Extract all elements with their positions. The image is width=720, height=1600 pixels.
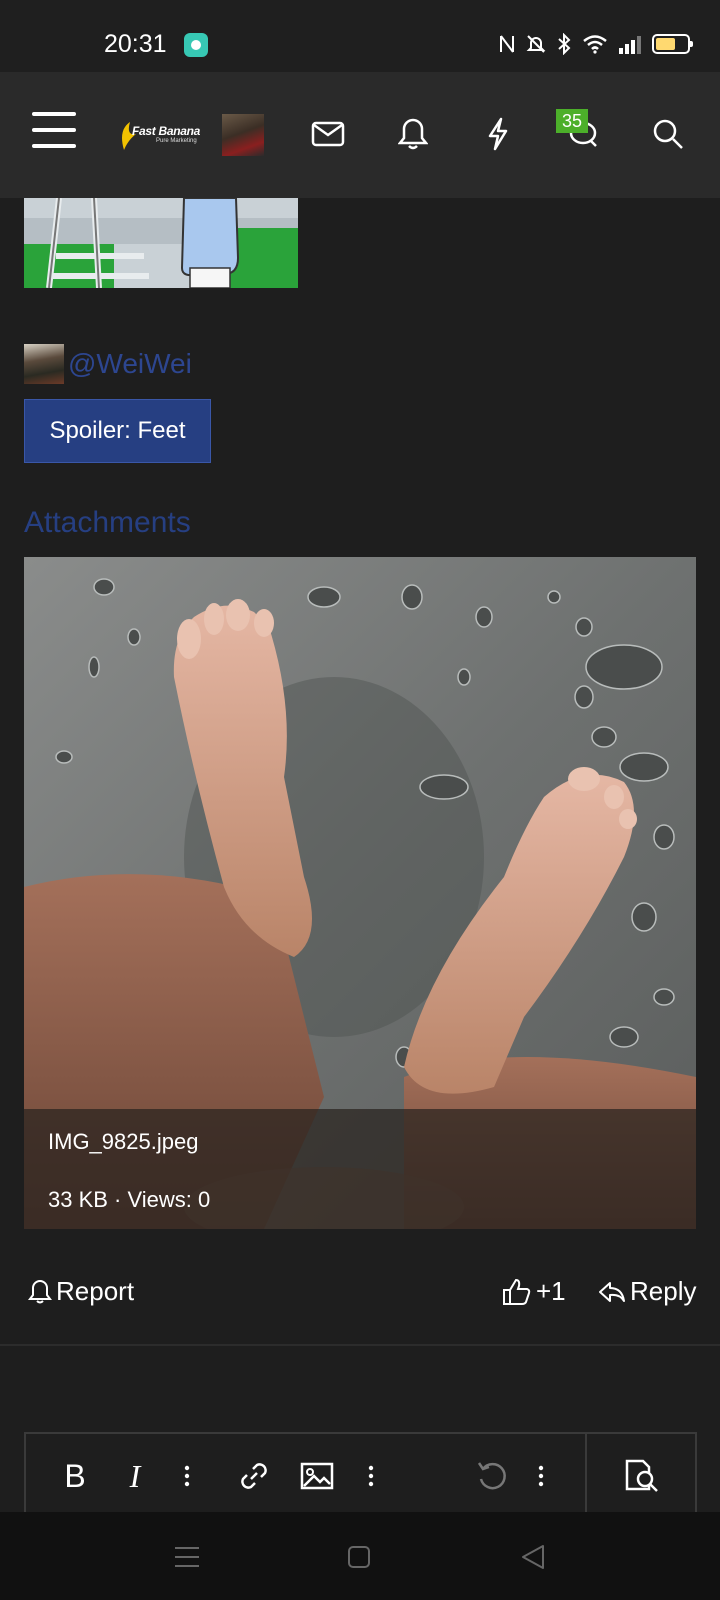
bold-glyph: B [64, 1457, 86, 1494]
mention-link[interactable]: @WeiWei [68, 348, 192, 380]
preview-icon[interactable] [622, 1454, 662, 1498]
report-label: Report [56, 1276, 135, 1306]
reply-label: Reply [630, 1276, 697, 1306]
attachment-thumbnail[interactable]: IMG_9825.jpeg 33 KB · Views: 0 [24, 557, 696, 1229]
bell-icon[interactable] [393, 114, 433, 154]
more-icon[interactable] [180, 1454, 194, 1498]
undo-icon[interactable] [474, 1454, 510, 1498]
spoiler-button[interactable]: Spoiler: Feet [24, 399, 211, 463]
thumbs-up-icon [503, 1278, 531, 1305]
report-button[interactable]: Report [28, 1276, 134, 1307]
attachment-meta: 33 KB · Views: 0 [48, 1187, 211, 1212]
site-logo[interactable]: Fast Banana Pure Marketing [116, 120, 200, 152]
mention-avatar[interactable] [24, 344, 64, 384]
battery-icon [652, 34, 693, 54]
more-icon[interactable] [534, 1454, 548, 1498]
signal-icon [619, 36, 641, 54]
like-button[interactable]: +1 [502, 1276, 566, 1307]
divider [0, 1344, 720, 1346]
home-icon[interactable] [344, 1542, 374, 1572]
post-actions: Report +1 Reply [0, 1268, 720, 1316]
reply-button[interactable]: Reply [598, 1276, 696, 1307]
bolt-icon[interactable] [478, 114, 518, 154]
logo-text: Fast Banana [132, 124, 201, 138]
mail-icon[interactable] [308, 114, 348, 154]
app-header: Fast Banana Pure Marketing 35 [0, 72, 720, 198]
italic-glyph: I [129, 1457, 141, 1494]
link-icon[interactable] [236, 1454, 272, 1498]
mute-icon [526, 35, 546, 53]
user-avatar[interactable] [222, 114, 264, 156]
reply-icon [599, 1281, 625, 1302]
chat-count-badge: 35 [556, 109, 588, 133]
like-count: +1 [536, 1276, 566, 1306]
attachment-filename: IMG_9825.jpeg [48, 1129, 199, 1154]
post-image-cartoon[interactable] [24, 198, 298, 288]
app-notification-icon [184, 33, 208, 57]
status-time: 20:31 [104, 30, 167, 58]
search-icon[interactable] [648, 114, 688, 154]
editor-toolbar: B I [24, 1432, 697, 1524]
italic-icon[interactable]: I [120, 1454, 150, 1498]
image-icon[interactable] [300, 1454, 334, 1498]
status-icons [498, 30, 693, 58]
back-icon[interactable] [518, 1542, 548, 1572]
bell-icon [28, 1279, 52, 1303]
status-bar: 20:31 [0, 0, 720, 72]
bold-icon[interactable]: B [58, 1454, 92, 1498]
logo-subtext: Pure Marketing [156, 138, 197, 144]
bluetooth-icon [558, 33, 571, 55]
system-nav-bar [0, 1512, 720, 1600]
menu-icon[interactable] [32, 112, 76, 148]
attachments-heading: Attachments [24, 506, 191, 539]
more-icon[interactable] [364, 1454, 378, 1498]
recents-icon[interactable] [172, 1542, 202, 1572]
wifi-icon [583, 35, 607, 54]
toolbar-separator [585, 1434, 587, 1524]
mention-row: @WeiWei [24, 344, 192, 384]
nfc-icon [500, 35, 514, 53]
